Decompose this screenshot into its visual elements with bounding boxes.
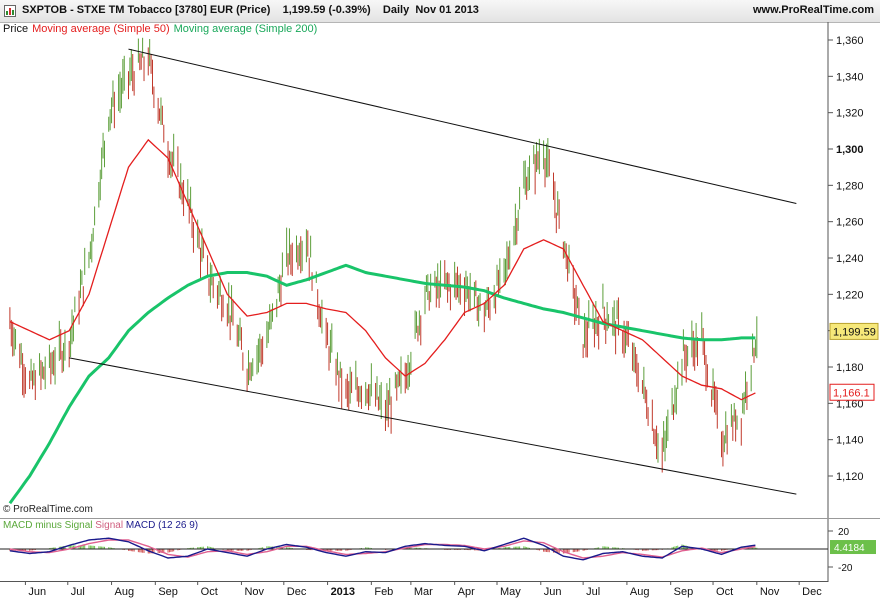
time-tick-label: Aug xyxy=(115,586,135,598)
current-price-label: 1,199.59 xyxy=(833,326,876,338)
chart-lines xyxy=(8,48,797,505)
chart-axes: 1,360 1,340 1,320 1,300 1,280 1,260 1,240 1,220… xyxy=(24,35,879,598)
credit-label: © ProRealTime.com xyxy=(3,504,93,515)
time-tick-label: 2013 xyxy=(331,586,355,598)
time-tick-label: Oct xyxy=(716,586,733,598)
price-tick-label: 1,240 xyxy=(836,253,864,265)
price-bars xyxy=(9,37,758,473)
macd-tick-label: 20 xyxy=(838,527,850,538)
time-tick-label: Jun xyxy=(544,586,562,598)
macd-hist-legend: MACD minus Signal xyxy=(3,520,93,531)
time-tick-label: Jul xyxy=(586,586,600,598)
macd-value-label: 4.4184 xyxy=(834,543,865,554)
price-tick-label: 1,140 xyxy=(836,435,864,447)
price-tick-label: 1,300 xyxy=(836,144,864,156)
time-tick-label: Jul xyxy=(71,586,85,598)
price-tick-label: 1,360 xyxy=(836,35,864,47)
time-tick-label: Dec xyxy=(802,586,822,598)
ma50-value-label: 1,166.1 xyxy=(833,387,870,399)
macd-line-legend: MACD (12 26 9) xyxy=(125,520,199,531)
price-tick-label: 1,320 xyxy=(836,108,864,120)
price-chart[interactable]: 1,360 1,340 1,320 1,300 1,280 1,260 1,240 1,220… xyxy=(0,0,880,600)
time-tick-label: Dec xyxy=(287,586,307,598)
time-tick-label: Nov xyxy=(760,586,780,598)
macd-legend: MACD minus Signal Signal MACD (12 26 9) xyxy=(3,520,198,531)
price-tick-label: 1,180 xyxy=(836,362,864,374)
channel-upper-line[interactable] xyxy=(128,48,797,204)
time-tick-label: Oct xyxy=(201,586,218,598)
time-tick-label: Aug xyxy=(630,586,650,598)
time-tick-label: Sep xyxy=(674,586,694,598)
time-tick-label: Jun xyxy=(28,586,46,598)
time-tick-label: Feb xyxy=(374,586,393,598)
macd-signal-legend: Signal xyxy=(95,520,124,531)
macd-panel xyxy=(0,537,828,561)
price-tick-label: 1,120 xyxy=(836,471,864,483)
time-tick-label: Apr xyxy=(458,586,475,598)
price-tick-label: 1,220 xyxy=(836,289,864,301)
price-tick-label: 1,340 xyxy=(836,71,864,83)
price-tick-label: 1,280 xyxy=(836,180,864,192)
ma50-line xyxy=(9,138,756,401)
time-tick-label: Mar xyxy=(414,586,433,598)
macd-tick-label: -20 xyxy=(838,563,853,574)
price-tick-label: 1,260 xyxy=(836,217,864,229)
time-tick-label: May xyxy=(500,586,521,598)
price-panel xyxy=(0,22,828,518)
time-tick-label: Sep xyxy=(158,586,178,598)
time-tick-label: Nov xyxy=(244,586,264,598)
